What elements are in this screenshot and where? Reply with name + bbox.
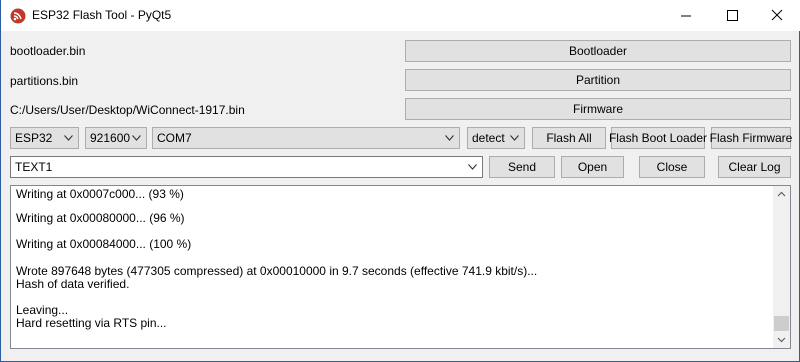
flash-boot-loader-button[interactable]: Flash Boot Loader (609, 127, 707, 149)
baud-rate-value: 921600 (90, 131, 131, 145)
chip-select-value: ESP32 (15, 131, 53, 145)
maximize-icon (727, 10, 738, 21)
close-icon (771, 9, 783, 21)
app-window: ESP32 Flash Tool - PyQt5 bootloader.bin … (0, 0, 800, 362)
bootloader-button[interactable]: Bootloader (405, 40, 791, 62)
close-port-button[interactable]: Close (639, 156, 705, 178)
log-line: Hard resetting via RTS pin... (16, 316, 167, 330)
log-line: Hash of data verified. (16, 277, 130, 291)
com-port-select[interactable]: COM7 (152, 127, 460, 149)
serial-text-value: TEXT1 (15, 160, 53, 174)
maximize-button[interactable] (709, 0, 755, 31)
serial-text-input[interactable]: TEXT1 (10, 156, 483, 178)
partitions-path-label: partitions.bin (10, 74, 79, 88)
chevron-down-icon (445, 135, 454, 141)
send-button[interactable]: Send (489, 156, 555, 178)
chevron-down-icon (64, 135, 73, 141)
clear-log-button[interactable]: Clear Log (718, 156, 791, 178)
log-line: Writing at 0x0007c000... (93 %) (16, 187, 184, 201)
espressif-logo-icon (10, 8, 26, 24)
chevron-down-icon (468, 164, 477, 170)
partition-button[interactable]: Partition (405, 69, 791, 91)
log-scrollbar[interactable] (773, 186, 790, 348)
flash-mode-select[interactable]: detect (467, 127, 525, 149)
scroll-up-icon[interactable] (773, 186, 790, 203)
firmware-button[interactable]: Firmware (405, 98, 791, 120)
window-title: ESP32 Flash Tool - PyQt5 (32, 8, 172, 22)
open-button[interactable]: Open (561, 156, 624, 178)
flash-firmware-button[interactable]: Flash Firmware (710, 127, 792, 149)
log-output[interactable]: Writing at 0x0007c000... (93 %) Writing … (10, 185, 791, 349)
minimize-button[interactable] (663, 0, 709, 31)
flash-mode-value: detect (472, 131, 505, 145)
bootloader-path-label: bootloader.bin (10, 44, 86, 58)
baud-rate-select[interactable]: 921600 (85, 127, 147, 149)
chevron-down-icon (132, 135, 141, 141)
log-line: Writing at 0x00084000... (100 %) (16, 237, 192, 251)
firmware-path-label: C:/Users/User/Desktop/WiConnect-1917.bin (10, 103, 245, 117)
log-line: Writing at 0x00080000... (96 %) (16, 211, 185, 225)
title-bar[interactable]: ESP32 Flash Tool - PyQt5 (1, 0, 800, 31)
chip-select[interactable]: ESP32 (10, 127, 79, 149)
scroll-down-icon[interactable] (773, 331, 790, 348)
close-window-button[interactable] (754, 0, 800, 31)
flash-all-button[interactable]: Flash All (532, 127, 606, 149)
com-port-value: COM7 (157, 131, 192, 145)
scrollbar-thumb[interactable] (774, 316, 789, 331)
minimize-icon (681, 15, 691, 17)
chevron-down-icon (510, 135, 519, 141)
